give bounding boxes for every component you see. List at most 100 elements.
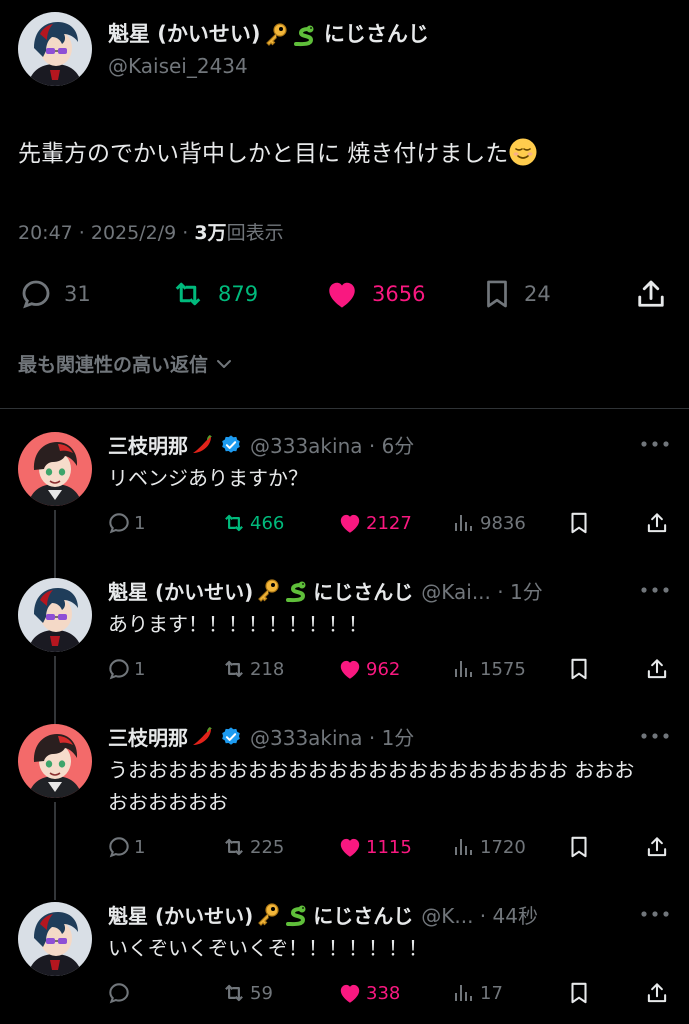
user-handle[interactable]: @Kai... · 1分 [421,576,542,605]
share-button[interactable] [644,834,670,860]
reply-text: いくぞいくぞいくぞ！！！！！！！ [108,936,428,960]
views-button[interactable]: 1720 [452,834,526,860]
avatar[interactable] [18,578,92,652]
retweet-icon [220,656,248,682]
like-button[interactable]: 3656 [322,276,425,312]
like-count: 1115 [366,836,412,858]
share-icon [632,276,670,312]
share-button[interactable] [644,656,670,682]
pepper-icon [190,724,216,750]
user-handle[interactable]: @Kaisei_2434 [108,54,248,78]
views-icon [452,980,476,1006]
share-button[interactable] [632,276,670,312]
like-icon [336,656,364,682]
view-count: 3万 [194,222,227,244]
bookmark-icon [566,656,592,682]
avatar[interactable] [18,902,92,976]
reply-header: 魁星 (かいせい) にじさんじ @Kai... · 1分 [108,576,628,605]
key-icon [255,902,281,928]
reply-sort-label: 最も関連性の高い返信 [18,354,209,376]
reply-sort-dropdown[interactable]: 最も関連性の高い返信 [18,350,234,377]
reply-button[interactable]: 31 [18,276,91,312]
retweet-button[interactable]: 879 [168,276,258,312]
reply-icon [18,276,54,312]
reply-header: 魁星 (かいせい) にじさんじ @K... · 44秒 [108,900,628,929]
reply-header: 三枝明那 @333akina · 6分 [108,430,628,459]
user-handle[interactable]: @333akina · 1分 [250,722,414,751]
thread-line [54,656,56,724]
user-handle[interactable]: @K... · 44秒 [421,900,538,929]
more-icon[interactable] [641,587,669,593]
reply-button[interactable] [106,980,134,1006]
like-button[interactable]: 2127 [336,510,412,536]
reply-icon [106,510,132,536]
reply-count: 1 [134,658,146,680]
like-button[interactable]: 338 [336,980,400,1006]
share-icon [644,980,670,1006]
retweet-count: 466 [250,512,285,534]
more-icon[interactable] [641,911,669,917]
tweet-meta: 20:47 · 2025/2/9 · 3万回表示 [18,218,284,245]
display-name[interactable]: 魁星 (かいせい) [108,900,253,929]
snake-icon [291,22,317,48]
like-button[interactable]: 1115 [336,834,412,860]
avatar[interactable] [18,724,92,798]
bookmark-button[interactable] [566,510,592,536]
avatar[interactable] [18,12,92,86]
reply-header: 三枝明那 @333akina · 1分 [108,722,628,751]
timestamp[interactable]: 20:47 · 2025/2/9 · [18,222,194,244]
retweet-count: 218 [250,658,285,680]
bookmark-icon [566,980,592,1006]
retweet-count: 59 [250,982,273,1004]
reply-icon [106,980,132,1006]
retweet-icon [220,834,248,860]
share-button[interactable] [644,980,670,1006]
share-button[interactable] [644,510,670,536]
share-icon [644,510,670,536]
views-icon [452,656,476,682]
like-button[interactable]: 962 [336,656,400,682]
display-name[interactable]: 魁星 (かいせい) [108,576,253,605]
retweet-button[interactable]: 225 [220,834,284,860]
avatar[interactable] [18,432,92,506]
views-button[interactable]: 1575 [452,656,526,682]
display-name[interactable]: 魁星 (かいせい) にじさんじ [108,18,429,48]
views-button[interactable]: 9836 [452,510,526,536]
pepper-icon [190,432,216,458]
bookmark-button[interactable] [566,656,592,682]
bookmark-icon [566,834,592,860]
display-name[interactable]: 三枝明那 [108,722,188,751]
display-name-suffix: にじさんじ [323,22,429,46]
like-count: 338 [366,982,401,1004]
more-icon[interactable] [641,733,669,739]
thread-line [54,802,56,900]
views-button[interactable]: 17 [452,980,503,1006]
reply-count: 31 [64,282,91,306]
view-count: 9836 [480,512,526,534]
reply-button[interactable]: 1 [106,656,145,682]
verified-icon [220,434,242,456]
bookmark-button[interactable] [566,980,592,1006]
key-icon [255,578,281,604]
share-icon [644,656,670,682]
more-icon[interactable] [641,441,669,447]
display-name-text: 魁星 (かいせい) [108,22,261,46]
retweet-button[interactable]: 218 [220,656,284,682]
bookmark-button[interactable]: 24 [480,276,551,312]
like-icon [336,510,364,536]
reply-button[interactable]: 1 [106,510,145,536]
retweet-button[interactable]: 466 [220,510,284,536]
display-name-suffix: にじさんじ [313,904,414,928]
reply-icon [106,834,132,860]
bookmark-count: 24 [524,282,551,306]
view-count-label: 回表示 [226,222,284,244]
like-count: 3656 [372,282,426,306]
display-name[interactable]: 三枝明那 [108,430,188,459]
user-handle[interactable]: @333akina · 6分 [250,430,414,459]
reply-text: あります！！！！！！！！！ [108,612,368,636]
retweet-button[interactable]: 59 [220,980,273,1006]
retweet-count: 879 [218,282,259,306]
retweet-icon [168,276,208,312]
reply-button[interactable]: 1 [106,834,145,860]
bookmark-button[interactable] [566,834,592,860]
